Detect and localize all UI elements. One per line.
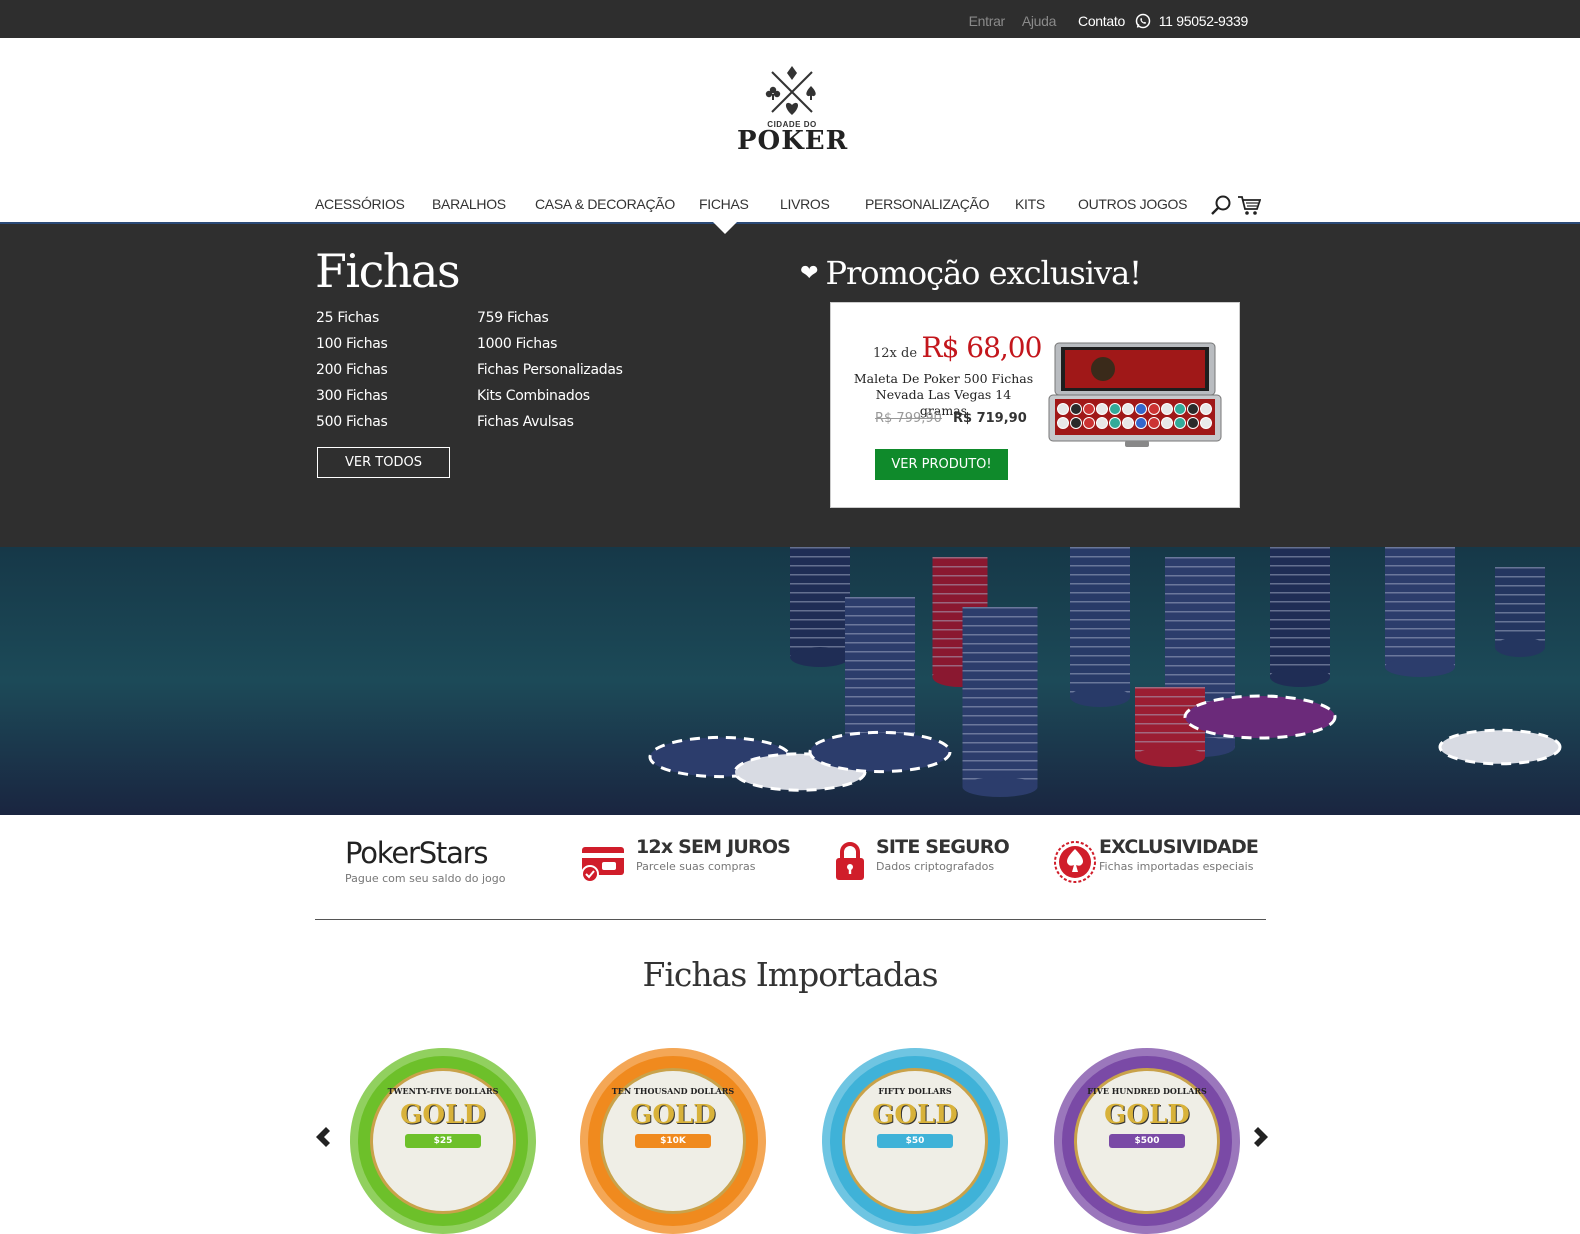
- menu-link-759-fichas[interactable]: 759 Fichas: [477, 310, 549, 326]
- carousel-next-arrow-icon[interactable]: [1250, 1125, 1272, 1149]
- feature-exclusivity[interactable]: EXCLUSIVIDADE Fichas importadas especiai…: [1099, 836, 1259, 886]
- menu-link-100-fichas[interactable]: 100 Fichas: [316, 336, 388, 352]
- installment-prefix: 12x de: [873, 346, 918, 361]
- chip-label: FIFTY DOLLARS: [878, 1086, 952, 1096]
- chip-value: $25: [405, 1134, 481, 1148]
- menu-link-200-fichas[interactable]: 200 Fichas: [316, 362, 388, 378]
- feature-pokerstars[interactable]: PokerStars Pague com seu saldo do jogo: [345, 836, 506, 886]
- nav-item-casa-decoracao[interactable]: CASA & DECORAÇÃO: [535, 196, 675, 212]
- logo-line2: POKER: [737, 126, 849, 156]
- old-price: R$ 799,90: [875, 411, 942, 426]
- chip-gold-text: GOLD: [400, 1100, 486, 1130]
- nav-item-fichas[interactable]: FICHAS: [699, 196, 749, 212]
- feature-exclusivity-subtitle: Fichas importadas especiais: [1099, 860, 1254, 873]
- menu-link-1000-fichas[interactable]: 1000 Fichas: [477, 336, 557, 352]
- feature-installments-subtitle: Parcele suas compras: [636, 860, 756, 873]
- installment-line: 12x de R$ 68,00: [873, 331, 1042, 364]
- promo-title: Promoção exclusiva!: [825, 254, 1142, 292]
- view-product-button[interactable]: VER PRODUTO!: [875, 449, 1008, 480]
- mega-menu: Fichas 25 Fichas 100 Fichas 200 Fichas 3…: [0, 224, 1580, 547]
- phone-number[interactable]: 11 95052-9339: [1159, 13, 1249, 29]
- chip-value: $500: [1109, 1134, 1185, 1148]
- chip-value: $50: [877, 1134, 953, 1148]
- chip-gold-text: GOLD: [630, 1100, 716, 1130]
- logo-cards-icon: [765, 66, 816, 115]
- menu-link-25-fichas[interactable]: 25 Fichas: [316, 310, 379, 326]
- menu-link-fichas-personalizadas[interactable]: Fichas Personalizadas: [477, 362, 623, 378]
- chip-value: $10K: [635, 1134, 711, 1148]
- active-nav-pointer: [713, 222, 737, 234]
- nav-item-personalizacao[interactable]: PERSONALIZAÇÃO: [865, 196, 989, 212]
- menu-link-300-fichas[interactable]: 300 Fichas: [316, 388, 388, 404]
- carousel-prev-arrow-icon[interactable]: [312, 1125, 334, 1149]
- feature-secure-subtitle: Dados criptografados: [876, 860, 995, 873]
- pokerstars-logo: PokerStars: [345, 836, 489, 870]
- feature-pokerstars-subtitle: Pague com seu saldo do jogo: [345, 872, 506, 885]
- nav-item-acessorios[interactable]: ACESSÓRIOS: [315, 196, 405, 212]
- top-bar: Entrar Ajuda Contato 11 95052-9339: [0, 0, 1580, 38]
- cart-icon[interactable]: [1237, 194, 1261, 216]
- menu-link-500-fichas[interactable]: 500 Fichas: [316, 414, 388, 430]
- feature-secure-site[interactable]: SITE SEGURO Dados criptografados: [876, 836, 1010, 886]
- credit-card-icon: [581, 847, 624, 883]
- product-chip-3[interactable]: FIVE HUNDRED DOLLARS GOLD $500: [1054, 1048, 1240, 1234]
- menu-link-fichas-avulsas[interactable]: Fichas Avulsas: [477, 414, 574, 430]
- chip-label: TWENTY-FIVE DOLLARS: [387, 1086, 499, 1096]
- help-link[interactable]: Ajuda: [1022, 13, 1057, 29]
- nav-item-livros[interactable]: LIVROS: [780, 196, 830, 212]
- feature-installments[interactable]: 12x SEM JUROS Parcele suas compras: [636, 836, 791, 886]
- current-price: R$ 719,90: [953, 411, 1027, 426]
- whatsapp-icon: [1135, 13, 1151, 29]
- product-chip-1[interactable]: TEN THOUSAND DOLLARS GOLD $10K: [580, 1048, 766, 1234]
- main-nav: ACESSÓRIOS BARALHOS CASA & DECORAÇÃO FIC…: [0, 194, 1580, 222]
- section-title: Fichas Importadas: [642, 955, 938, 994]
- heart-icon: ❤: [800, 261, 818, 286]
- menu-link-kits-combinados[interactable]: Kits Combinados: [477, 388, 590, 404]
- nav-item-baralhos[interactable]: BARALHOS: [432, 196, 506, 212]
- section-divider: [315, 919, 1266, 920]
- promo-product-card[interactable]: 12x de R$ 68,00 Maleta De Poker 500 Fich…: [830, 302, 1240, 508]
- chip-label: TEN THOUSAND DOLLARS: [611, 1086, 735, 1096]
- mega-menu-title: Fichas: [315, 244, 461, 298]
- chip-gold-text: GOLD: [872, 1100, 958, 1130]
- top-links: Entrar Ajuda Contato 11 95052-9339: [956, 13, 1249, 29]
- poker-chips-banner-image: [0, 547, 1580, 815]
- lock-icon: [836, 842, 864, 880]
- login-link[interactable]: Entrar: [969, 13, 1006, 29]
- hero-banner[interactable]: [0, 547, 1580, 815]
- nav-item-kits[interactable]: KITS: [1015, 196, 1045, 212]
- chip-gold-text: GOLD: [1104, 1100, 1190, 1130]
- see-all-button[interactable]: VER TODOS: [317, 447, 450, 478]
- poker-case-image[interactable]: [1043, 337, 1228, 449]
- contact-link[interactable]: Contato: [1078, 13, 1125, 29]
- feature-installments-title: 12x SEM JUROS: [636, 836, 791, 858]
- installment-price: R$ 68,00: [921, 331, 1042, 364]
- search-icon[interactable]: [1210, 194, 1232, 216]
- product-chip-2[interactable]: FIFTY DOLLARS GOLD $50: [822, 1048, 1008, 1234]
- feature-secure-title: SITE SEGURO: [876, 836, 1010, 858]
- product-chip-0[interactable]: TWENTY-FIVE DOLLARS GOLD $25: [350, 1048, 536, 1234]
- promo-heading: ❤ Promoção exclusiva!: [800, 254, 1142, 292]
- feature-exclusivity-title: EXCLUSIVIDADE: [1099, 836, 1259, 858]
- site-logo[interactable]: CIDADE DO POKER: [737, 62, 849, 156]
- spade-badge-icon: [1054, 841, 1096, 883]
- chip-label: FIVE HUNDRED DOLLARS: [1087, 1086, 1207, 1096]
- nav-item-outros-jogos[interactable]: OUTROS JOGOS: [1078, 196, 1187, 212]
